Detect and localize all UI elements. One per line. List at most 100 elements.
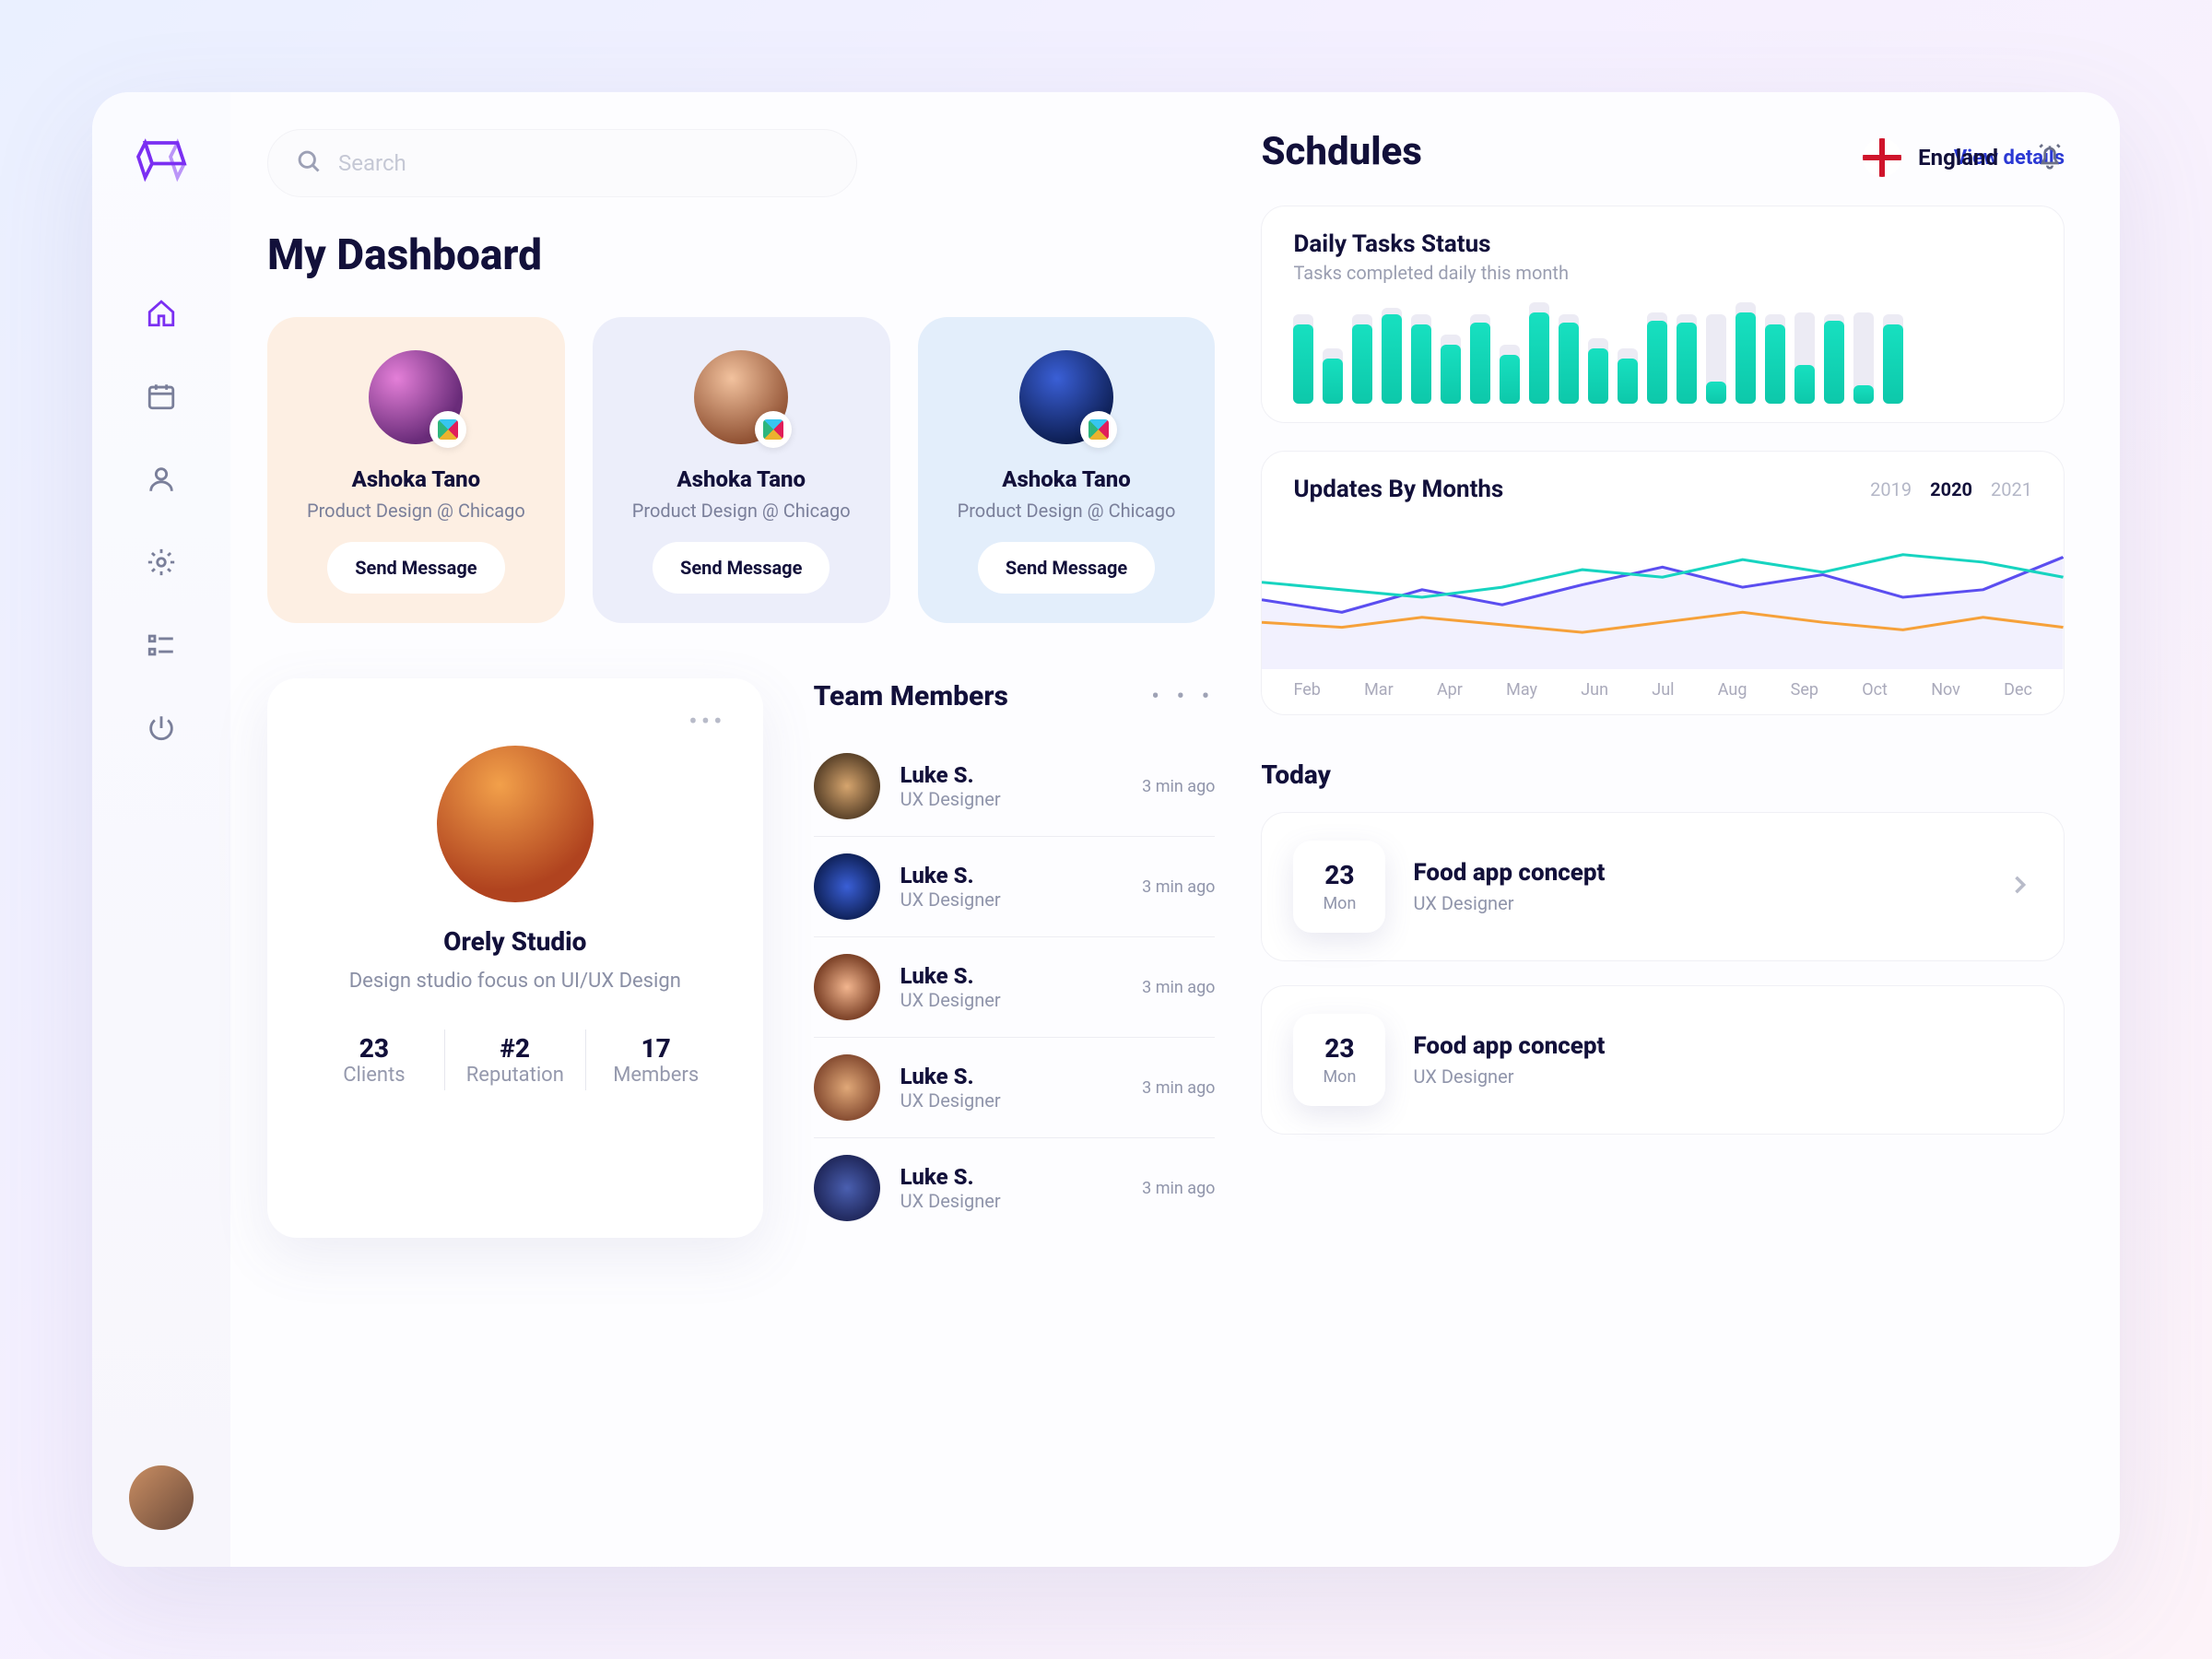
studio-card: ••• Orely Studio Design studio focus on … [267, 678, 763, 1238]
sidebar-item-user[interactable] [143, 461, 180, 498]
year-tab[interactable]: 2020 [1930, 478, 1972, 500]
sidebar [92, 92, 230, 1567]
sidebar-item-settings[interactable] [143, 544, 180, 581]
slack-icon [755, 411, 792, 448]
member-name: Luke S. [900, 762, 1123, 788]
user-card: Ashoka Tano Product Design @ Chicago Sen… [918, 317, 1216, 623]
search-input[interactable] [338, 150, 829, 176]
bar [1588, 302, 1608, 404]
team-member-row[interactable]: Luke S. UX Designer 3 min ago [814, 1038, 1216, 1138]
more-icon[interactable]: ••• [304, 706, 726, 736]
sidebar-item-home[interactable] [143, 295, 180, 332]
user-cards: Ashoka Tano Product Design @ Chicago Sen… [267, 317, 1215, 623]
month-label: Jun [1581, 680, 1608, 700]
user-name: Ashoka Tano [352, 466, 481, 492]
panel-title: Updates By Months [1293, 476, 1503, 503]
bar [1470, 302, 1490, 404]
stat-label: Reputation [451, 1064, 580, 1087]
stat-value: 23 [310, 1033, 439, 1064]
member-avatar [814, 1054, 880, 1121]
date-badge: 23 Mon [1293, 1014, 1385, 1106]
notifications-button[interactable] [2035, 141, 2065, 174]
bar [1765, 302, 1785, 404]
panel-subtitle: Tasks completed daily this month [1293, 262, 2032, 284]
bar [1853, 302, 1874, 404]
member-name: Luke S. [900, 863, 1123, 888]
task-role: UX Designer [1413, 1065, 2032, 1088]
bar [1647, 302, 1667, 404]
user-role: Product Design @ Chicago [632, 500, 851, 522]
date-number: 23 [1324, 1033, 1354, 1064]
bar [1529, 302, 1549, 404]
user-card: Ashoka Tano Product Design @ Chicago Sen… [267, 317, 565, 623]
team-title: Team Members [814, 680, 1008, 712]
page-title: My Dashboard [267, 230, 1215, 280]
send-message-button[interactable]: Send Message [978, 542, 1155, 594]
sidebar-item-calendar[interactable] [143, 378, 180, 415]
updates-panel: Updates By Months 201920202021 FebMarApr… [1261, 451, 2065, 715]
stat-value: #2 [451, 1033, 580, 1064]
team-member-row[interactable]: Luke S. UX Designer 3 min ago [814, 937, 1216, 1038]
task-title: Food app concept [1413, 1032, 2032, 1060]
send-message-button[interactable]: Send Message [653, 542, 830, 594]
schedules-title: Schdules [1261, 129, 1421, 174]
month-label: May [1506, 680, 1537, 700]
locale-selector[interactable]: England [1863, 138, 1998, 177]
member-role: UX Designer [900, 1089, 1123, 1112]
member-role: UX Designer [900, 1190, 1123, 1212]
date-badge: 23 Mon [1293, 841, 1385, 933]
updates-line-chart [1262, 522, 2064, 669]
bar [1883, 302, 1903, 404]
more-icon[interactable]: • • • [1151, 683, 1215, 711]
date-number: 23 [1324, 860, 1354, 890]
studio-name: Orely Studio [304, 926, 726, 957]
schedule-task[interactable]: 23 Mon Food app concept UX Designer [1261, 812, 2065, 961]
year-tab[interactable]: 2019 [1870, 478, 1912, 500]
bar [1618, 302, 1638, 404]
member-name: Luke S. [900, 1164, 1123, 1190]
team-member-row[interactable]: Luke S. UX Designer 3 min ago [814, 1138, 1216, 1238]
sidebar-user-avatar[interactable] [129, 1465, 194, 1530]
bar [1323, 302, 1343, 404]
stat-label: Members [592, 1064, 721, 1087]
user-role: Product Design @ Chicago [958, 500, 1176, 522]
member-avatar [814, 954, 880, 1020]
search-input-wrapper[interactable] [267, 129, 857, 197]
bar [1441, 302, 1461, 404]
month-label: Apr [1437, 680, 1463, 700]
member-avatar [814, 1155, 880, 1221]
bar [1559, 302, 1579, 404]
flag-icon [1863, 138, 1901, 177]
bar [1293, 302, 1313, 404]
team-member-row[interactable]: Luke S. UX Designer 3 min ago [814, 837, 1216, 937]
stat-value: 17 [592, 1033, 721, 1064]
app-logo [134, 129, 189, 184]
member-role: UX Designer [900, 989, 1123, 1011]
date-day: Mon [1323, 1067, 1356, 1087]
schedule-task[interactable]: 23 Mon Food app concept UX Designer [1261, 985, 2065, 1135]
year-tab[interactable]: 2021 [1991, 478, 2032, 500]
bar [1677, 302, 1697, 404]
studio-desc: Design studio focus on UI/UX Design [304, 970, 726, 993]
month-label: Mar [1364, 680, 1394, 700]
member-role: UX Designer [900, 788, 1123, 810]
month-label: Aug [1718, 680, 1747, 700]
bar [1352, 302, 1372, 404]
date-day: Mon [1323, 894, 1356, 913]
daily-bar-chart [1293, 302, 2032, 404]
sidebar-item-list[interactable] [143, 627, 180, 664]
member-time: 3 min ago [1142, 1179, 1215, 1198]
sidebar-item-power[interactable] [143, 710, 180, 747]
bar [1706, 302, 1726, 404]
member-role: UX Designer [900, 888, 1123, 911]
sidebar-nav [143, 295, 180, 1465]
month-label: Oct [1862, 680, 1888, 700]
user-name: Ashoka Tano [677, 466, 806, 492]
bar [1735, 302, 1756, 404]
search-icon [296, 148, 322, 178]
bar [1824, 302, 1844, 404]
today-label: Today [1261, 759, 2065, 790]
send-message-button[interactable]: Send Message [327, 542, 504, 594]
task-role: UX Designer [1413, 892, 1979, 914]
team-member-row[interactable]: Luke S. UX Designer 3 min ago [814, 736, 1216, 837]
